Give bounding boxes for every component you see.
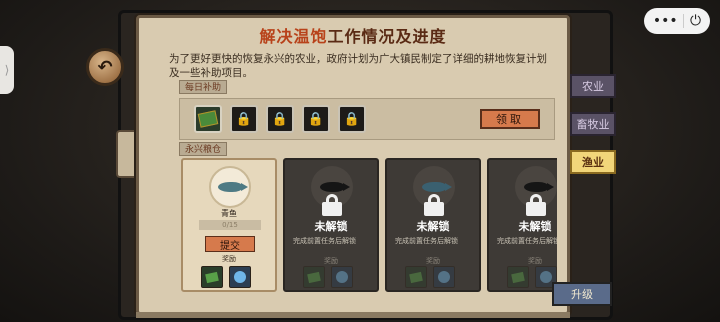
title-highlight: 解决温饱: [259, 27, 328, 46]
page-title: 解决温饱 工作情况及进度: [139, 22, 567, 48]
daily-slot-4: 🔒: [302, 105, 330, 133]
side-expand-tab[interactable]: ⟩: [0, 46, 14, 94]
power-icon[interactable]: ⏻: [690, 13, 701, 29]
fish-icon: [422, 182, 452, 192]
daily-slot-3: 🔒: [266, 105, 294, 133]
tab-livestock[interactable]: 畜牧业: [570, 112, 616, 136]
daily-slot-1[interactable]: [194, 105, 222, 133]
lock-icon: [322, 194, 342, 216]
reward-icons: [507, 266, 557, 288]
fish-card-list[interactable]: 青鱼 0/15 提交 奖励 未解锁 完成前置任务后解锁 奖励 未解锁 完成前置任…: [181, 158, 557, 294]
back-button[interactable]: ↶: [86, 48, 124, 86]
tab-agriculture[interactable]: 农业: [570, 74, 616, 98]
fish-icon: [320, 182, 350, 192]
lock-icon: 🔒: [343, 111, 361, 127]
fish-card-3[interactable]: 未解锁 完成前置任务后解锁 奖励: [385, 158, 481, 292]
fish-name: 青鱼: [221, 209, 237, 218]
submit-button[interactable]: 提交: [205, 236, 255, 252]
fish-card-4[interactable]: 未解锁 完成前置任务后解锁 奖励: [487, 158, 557, 292]
lock-icon: 🔒: [307, 111, 325, 127]
daily-reward-row: 🔒 🔒 🔒 🔒 领取: [179, 98, 555, 140]
reward-heart-icon: [433, 266, 455, 288]
divider: [683, 14, 685, 28]
lock-icon: [424, 194, 444, 216]
chevron-right-icon: ⟩: [4, 63, 10, 77]
reward-icons: [405, 266, 455, 288]
board-base: [136, 312, 570, 318]
task-board: 解决温饱 工作情况及进度 为了更好更快的恢复永兴的农业，政府计划为广大镇民制定了…: [136, 15, 570, 315]
upgrade-button[interactable]: 升级: [552, 282, 612, 306]
fish-icon: [524, 182, 554, 192]
back-arrow-icon: ↶: [97, 56, 113, 78]
description: 为了更好更快的恢复永兴的农业，政府计划为广大镇民制定了详细的耕地恢复计划及一些补…: [169, 53, 547, 79]
locked-description: 完成前置任务后解锁: [293, 237, 356, 245]
reward-heart-icon[interactable]: [229, 266, 251, 288]
reward-label: 奖励: [324, 257, 338, 265]
reward-icons: [201, 266, 251, 288]
lock-icon: [526, 194, 546, 216]
reward-book-icon[interactable]: [201, 266, 223, 288]
daily-slot-5: 🔒: [338, 105, 366, 133]
fish-card-1[interactable]: 青鱼 0/15 提交 奖励: [181, 158, 277, 292]
locked-title: 未解锁: [416, 220, 450, 233]
claim-button[interactable]: 领取: [480, 109, 540, 129]
reward-label: 奖励: [528, 257, 542, 265]
daily-slot-2: 🔒: [230, 105, 258, 133]
mini-program-capsule: ••• ⏻: [644, 8, 710, 34]
more-icon[interactable]: •••: [653, 13, 678, 29]
locked-description: 完成前置任务后解锁: [395, 237, 458, 245]
reward-book-icon: [507, 266, 529, 288]
locked-description: 完成前置任务后解锁: [497, 237, 557, 245]
locked-title: 未解锁: [518, 220, 552, 233]
reward-book-icon: [303, 266, 325, 288]
title-rest: 工作情况及进度: [327, 27, 447, 46]
reward-book-icon: [405, 266, 427, 288]
reward-heart-icon: [331, 266, 353, 288]
daily-section-label: 每日补助: [179, 80, 228, 94]
fish-icon: [218, 182, 248, 192]
lock-icon: 🔒: [271, 111, 289, 127]
fish-progress: 0/15: [199, 220, 261, 230]
fish-portrait: [209, 166, 251, 208]
lock-icon: 🔒: [235, 111, 253, 127]
granary-section-label: 永兴粮仓: [179, 142, 228, 156]
reward-label: 奖励: [426, 257, 440, 265]
fish-card-2[interactable]: 未解锁 完成前置任务后解锁 奖励: [283, 158, 379, 292]
reward-label: 奖励: [222, 255, 236, 263]
book-icon: [197, 110, 219, 128]
locked-title: 未解锁: [314, 220, 348, 233]
tab-fishery[interactable]: 渔业: [570, 150, 616, 174]
reward-icons: [303, 266, 353, 288]
